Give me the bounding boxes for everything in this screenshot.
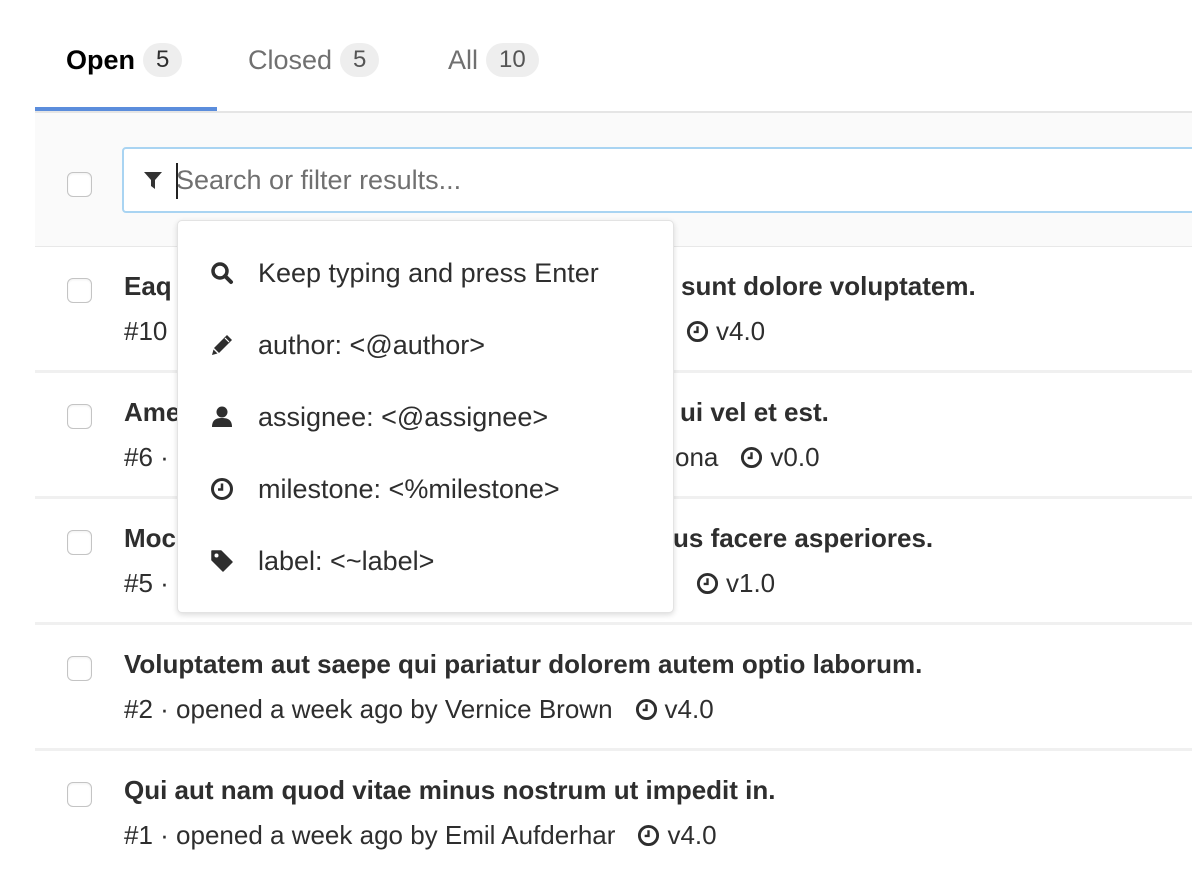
issue-checkbox[interactable] <box>67 404 92 429</box>
milestone-label: v4.0 <box>716 316 766 346</box>
issue-meta: #2 · opened a week ago by Vernice Brown … <box>124 694 714 725</box>
issue-title[interactable]: Ame <box>124 397 180 428</box>
issue-number: #5 · <box>124 568 169 598</box>
pencil-icon <box>209 332 235 358</box>
dropdown-item-assignee[interactable]: assignee: <@assignee> <box>178 381 673 453</box>
issue-title[interactable]: Eaq <box>124 271 172 302</box>
tag-icon <box>209 548 235 574</box>
issue-meta-tail: ona v0.0 <box>675 442 820 473</box>
issue-title[interactable]: Qui aut nam quod vitae minus nostrum ut … <box>124 775 775 806</box>
tab-open-count-badge: 5 <box>143 43 183 77</box>
tab-all[interactable]: All 10 <box>448 40 539 80</box>
filter-suggestions-dropdown: Keep typing and press Enter author: <@au… <box>177 220 674 613</box>
issue-checkbox[interactable] <box>67 530 92 555</box>
milestone-label: v4.0 <box>667 820 717 850</box>
user-icon <box>209 404 235 430</box>
clock-icon <box>686 320 709 343</box>
clock-icon <box>209 476 235 502</box>
issue-meta: #10 <box>124 316 167 347</box>
dropdown-item-label-filter[interactable]: label: <~label> <box>178 525 673 597</box>
tab-closed-count-badge: 5 <box>340 43 380 77</box>
issue-state-tabs: Open 5 Closed 5 All 10 <box>35 0 1192 113</box>
dropdown-item-label: assignee: <@assignee> <box>258 401 549 432</box>
select-all-checkbox[interactable] <box>67 172 92 197</box>
milestone-label: v4.0 <box>664 694 714 724</box>
issue-title[interactable]: Moc <box>124 523 176 554</box>
issue-checkbox[interactable] <box>67 278 92 303</box>
issue-meta: #1 · opened a week ago by Emil Aufderhar… <box>124 820 717 851</box>
dropdown-item-search[interactable]: Keep typing and press Enter <box>178 237 673 309</box>
issue-number: #6 · <box>124 442 169 472</box>
tab-all-label: All <box>448 44 479 75</box>
dropdown-item-author[interactable]: author: <@author> <box>178 309 673 381</box>
issue-row: Qui aut nam quod vitae minus nostrum ut … <box>35 751 1192 877</box>
dropdown-item-label: milestone: <%milestone> <box>258 473 560 504</box>
tab-all-count-badge: 10 <box>486 43 539 77</box>
active-tab-indicator <box>35 107 217 111</box>
dropdown-item-label: author: <@author> <box>258 329 486 360</box>
issue-row: Voluptatem aut saepe qui pariatur dolore… <box>35 625 1192 751</box>
text-caret <box>176 163 178 199</box>
search-input[interactable] <box>176 149 1184 211</box>
search-filter-box[interactable] <box>122 147 1192 213</box>
issue-meta-text: #2 · opened a week ago by Vernice Brown <box>124 694 613 724</box>
clock-icon <box>638 824 660 847</box>
issue-milestone[interactable]: v0.0 <box>740 442 820 473</box>
issue-checkbox[interactable] <box>67 782 92 807</box>
tab-open[interactable]: Open 5 <box>66 40 183 80</box>
issue-meta: #5 · <box>124 568 169 599</box>
issue-milestone[interactable]: v4.0 <box>637 820 717 851</box>
dropdown-item-label: Keep typing and press Enter <box>258 257 599 288</box>
issue-title[interactable]: Voluptatem aut saepe qui pariatur dolore… <box>124 649 922 680</box>
issue-number: #10 <box>124 316 168 346</box>
issue-meta-tail: v4.0 <box>686 316 765 347</box>
filter-icon <box>142 169 164 191</box>
issue-title-tail[interactable]: us facere asperiores. <box>673 523 933 554</box>
tab-closed[interactable]: Closed 5 <box>248 40 380 80</box>
issue-meta-text: #1 · opened a week ago by Emil Aufderhar <box>124 820 616 850</box>
issue-checkbox[interactable] <box>67 656 92 681</box>
clock-icon <box>741 446 763 469</box>
issue-milestone[interactable]: v4.0 <box>686 316 765 347</box>
issue-title-tail[interactable]: ui vel et est. <box>680 397 829 428</box>
issue-milestone[interactable]: v4.0 <box>635 694 714 725</box>
milestone-label: v0.0 <box>770 442 820 472</box>
issue-milestone[interactable]: v1.0 <box>696 568 775 599</box>
clock-icon <box>696 572 719 595</box>
issue-title-tail[interactable]: sunt dolore voluptatem. <box>681 271 976 302</box>
clock-icon <box>635 698 657 721</box>
search-icon <box>209 260 235 286</box>
dropdown-item-milestone[interactable]: milestone: <%milestone> <box>178 453 673 525</box>
issue-meta: #6 · <box>124 442 169 473</box>
issue-meta-tail: v1.0 <box>696 568 775 599</box>
tab-closed-label: Closed <box>248 44 333 75</box>
issue-author-fragment: ona <box>675 442 719 472</box>
tab-open-label: Open <box>66 44 136 75</box>
milestone-label: v1.0 <box>726 568 776 598</box>
dropdown-item-label: label: <~label> <box>258 545 435 576</box>
